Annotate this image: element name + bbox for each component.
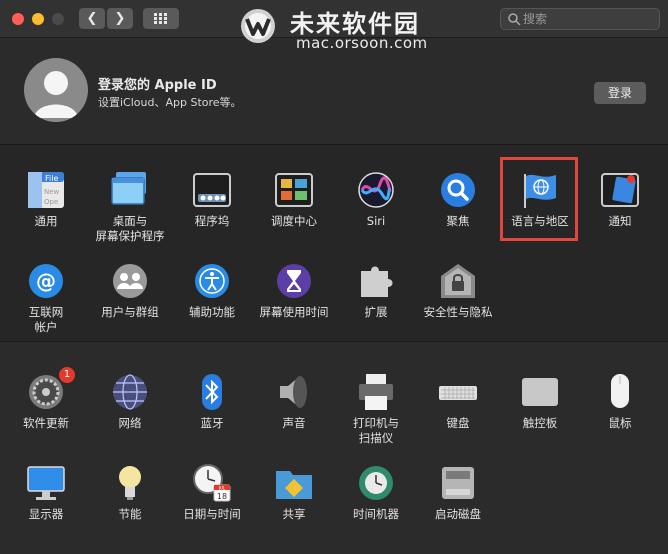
- language-region-highlight: [500, 157, 578, 241]
- pane-label: 节能: [118, 507, 142, 521]
- svg-text:File: File: [45, 174, 58, 183]
- displays-icon: [27, 466, 65, 500]
- show-all-button[interactable]: [143, 8, 179, 29]
- security-privacy-icon: [441, 264, 475, 298]
- sound-icon: [280, 376, 307, 408]
- back-button[interactable]: ❮: [79, 8, 105, 29]
- titlebar: ❮ ❯ 未来软件园 mac.orsoon.com: [0, 0, 668, 52]
- general-icon: File New Ope: [28, 172, 64, 208]
- pane-label: 共享: [282, 507, 306, 521]
- minimize-window-button[interactable]: [32, 13, 44, 25]
- pane-label: Siri: [366, 214, 386, 228]
- pane-label: 扩展: [364, 305, 388, 319]
- calendar-day: 18: [217, 492, 227, 501]
- startup-disk-icon: [442, 467, 474, 499]
- mission-control-icon: [275, 173, 313, 207]
- pane-label: 键盘: [446, 416, 470, 430]
- user-silhouette-icon: [34, 71, 78, 118]
- notifications-icon: [601, 173, 639, 207]
- watermark-logo-icon: [241, 9, 275, 43]
- extensions-icon: [361, 266, 393, 297]
- pane-label: 用户与群组: [101, 305, 159, 319]
- trackpad-icon: [522, 378, 558, 406]
- search-input[interactable]: [523, 10, 653, 28]
- account-subtitle: 设置iCloud、App Store等。: [98, 96, 242, 109]
- users-groups-icon: [113, 264, 147, 298]
- keyboard-icon: [439, 386, 477, 400]
- printers-scanners-icon: [359, 374, 393, 410]
- chevron-right-icon: ❯: [114, 11, 126, 26]
- svg-text:Ope: Ope: [44, 198, 58, 206]
- login-button[interactable]: 登录: [594, 82, 646, 104]
- forward-button[interactable]: ❯: [107, 8, 133, 29]
- pane-label: 蓝牙: [200, 416, 224, 430]
- siri-icon: [358, 172, 394, 208]
- svg-text:New: New: [44, 188, 60, 196]
- pane-label: 日期与时间: [183, 507, 241, 521]
- pane-label: 调度中心: [271, 214, 317, 228]
- mouse-icon: [611, 374, 629, 408]
- desktop-screensaver-icon: [111, 172, 146, 205]
- hardware-section: [0, 342, 668, 554]
- time-machine-icon: [359, 466, 393, 500]
- pane-label: 桌面与 屏幕保护程序: [95, 214, 165, 243]
- pane-label: 屏幕使用时间: [259, 305, 329, 319]
- pane-label: 程序坞: [194, 214, 230, 228]
- pane-label: 通用: [34, 214, 58, 228]
- pane-label: 网络: [118, 416, 142, 430]
- pane-label: 显示器: [28, 507, 64, 521]
- pane-label: 声音: [282, 416, 306, 430]
- pane-label: 辅助功能: [189, 305, 235, 319]
- pane-label: 聚焦: [446, 214, 470, 228]
- pane-label: 软件更新: [23, 416, 69, 430]
- search-icon: [508, 13, 521, 26]
- date-time-icon: JUL 18: [193, 464, 231, 502]
- pane-label: 通知: [608, 214, 632, 228]
- avatar[interactable]: [24, 58, 88, 122]
- pane-label: 安全性与隐私: [423, 305, 493, 319]
- pane-label: 触控板: [522, 416, 558, 430]
- account-title: 登录您的 Apple ID: [98, 78, 217, 93]
- accessibility-icon: [195, 264, 229, 298]
- search-field[interactable]: [500, 8, 660, 30]
- pane-label: 启动磁盘: [435, 507, 481, 521]
- zoom-window-button[interactable]: [52, 13, 64, 25]
- sharing-icon: [276, 471, 312, 499]
- network-icon: [113, 374, 147, 410]
- close-window-button[interactable]: [12, 13, 24, 25]
- chevron-left-icon: ❮: [86, 11, 98, 26]
- pane-label: 时间机器: [353, 507, 399, 521]
- energy-saver-icon: [119, 466, 141, 500]
- calendar-month: JUL: [218, 486, 226, 491]
- dock-icon: [193, 173, 231, 207]
- pane-label: 互联网 帐户: [28, 305, 64, 334]
- pane-label: 打印机与 扫描仪: [353, 416, 399, 445]
- pane-label: 鼠标: [608, 416, 632, 430]
- internet-accounts-icon: @: [29, 264, 63, 298]
- watermark-url: mac.orsoon.com: [296, 34, 428, 52]
- update-count-badge: 1: [59, 367, 75, 383]
- spotlight-icon: [441, 173, 475, 207]
- bluetooth-icon: [202, 374, 222, 410]
- screen-time-icon: [277, 264, 311, 298]
- svg-text:@: @: [36, 269, 56, 293]
